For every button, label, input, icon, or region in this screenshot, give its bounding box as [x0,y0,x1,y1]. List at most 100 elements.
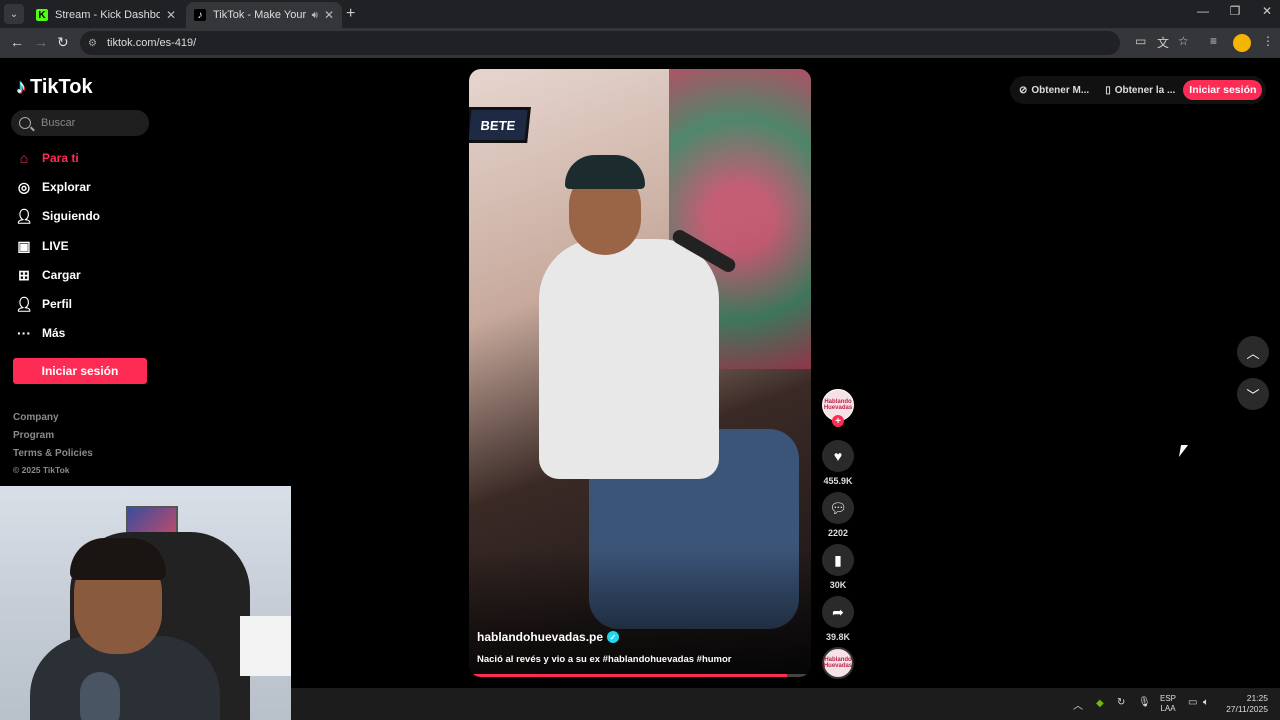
video-player[interactable]: BETE hablandohuevadas.pe ✓ Nació al revé… [469,69,811,677]
nvidia-icon[interactable]: ◆ [1096,698,1104,709]
footer-link-terms[interactable]: Terms & Policies [13,448,93,459]
streamer-hair [70,538,166,580]
follow-plus-icon[interactable]: + [832,415,844,427]
author-name: hablandohuevadas.pe [477,630,604,644]
video-person-torso [539,239,719,479]
sidebar-item-live[interactable]: ▣ LIVE [16,238,69,254]
tab-tiktok[interactable]: ♪ TikTok - Make Your Day 🔊︎ ✕ [186,2,342,28]
like-button[interactable]: ♥ [822,440,854,472]
profile-avatar[interactable] [1233,34,1251,52]
video-overlay-badge: BETE [469,107,531,143]
music-disc[interactable]: Hablando Huevadas [822,647,854,679]
search-icon [19,117,31,129]
volume-icon[interactable]: 🔈︎ [1203,697,1209,708]
language-indicator[interactable]: ESP LAA [1160,694,1176,714]
more-icon: ··· [17,325,31,341]
tiktok-note-icon: ♪ [16,76,26,98]
get-app-label: Obtener la ... [1114,84,1176,96]
sidebar-item-label: Cargar [42,268,81,282]
sidebar-item-siguiendo[interactable]: 👤︎ Siguiendo [15,207,100,224]
microphone-icon[interactable]: 🎙︎ [1138,697,1151,708]
share-count: 39.8K [825,632,851,642]
bookmark-icon: ▮ [834,551,842,568]
sidebar-item-label: Perfil [42,297,73,311]
menu-icon[interactable]: ⋮ [1262,34,1274,48]
share-button[interactable]: ➦ [822,596,854,628]
sync-icon[interactable]: ↻ [1117,697,1125,708]
chevron-down-icon: ﹀ [1246,387,1260,403]
sidebar-item-label: Para ti [42,151,79,165]
get-app-button[interactable]: ▯ Obtener la ... [1105,85,1175,96]
copyright: © 2025 TikTok [13,465,70,475]
cast-icon[interactable]: ▭ [1135,34,1146,48]
microphone [80,672,120,720]
login-button[interactable]: Iniciar sesión [13,358,147,384]
reading-list-icon[interactable]: ≡ [1210,34,1217,48]
address-bar[interactable]: ⚙ tiktok.com/es-419/ [80,31,1120,55]
sidebar-item-mas[interactable]: ··· Más [16,325,65,341]
lang-line-1: ESP [1160,694,1177,703]
tiktok-logo[interactable]: ♪ TikTok [16,76,93,99]
tab-search-button[interactable]: ⌄ [4,4,24,24]
close-icon[interactable]: ✕ [324,8,334,22]
back-button[interactable]: ← [10,34,24,50]
site-info-icon[interactable]: ⚙ [88,38,97,49]
sidebar-item-para-ti[interactable]: ⌂ Para ti [16,150,79,166]
tray-chevron-up-icon[interactable]: ︿ [1073,697,1083,712]
top-right-actions: ⊘ Obtener M... ▯ Obtener la ... Iniciar … [1010,76,1266,104]
like-count: 455.9K [823,476,853,486]
translate-icon[interactable]: 文 [1157,34,1169,51]
sidebar-item-label: Siguiendo [42,209,100,223]
video-progress-bar[interactable] [473,674,807,677]
get-coins-label: Obtener M... [1031,84,1090,96]
new-tab-button[interactable]: + [346,5,355,23]
network-icon[interactable]: ▭ [1188,697,1197,708]
profile-icon: 👤︎ [15,295,33,312]
save-button[interactable]: ▮ [822,544,854,576]
video-author[interactable]: hablandohuevadas.pe ✓ [477,630,620,644]
coin-icon: ⊘ [1019,84,1028,96]
footer-link-program[interactable]: Program [13,430,54,441]
minimize-button[interactable]: — [1196,4,1210,18]
tab-title: TikTok - Make Your Day [213,9,308,21]
windows-taskbar [291,688,1280,720]
bookmark-star-icon[interactable]: ☆ [1178,34,1189,48]
previous-video-button[interactable]: ︿ [1237,336,1269,368]
maximize-button[interactable]: ❐ [1228,4,1242,18]
sidebar-item-cargar[interactable]: ⊞ Cargar [16,267,81,283]
next-video-button[interactable]: ﹀ [1237,378,1269,410]
clock-date: 27/11/2025 [1226,704,1268,714]
lang-line-2: LAA [1160,704,1176,713]
reload-button[interactable]: ↻ [57,34,69,51]
chevron-up-icon: ︿ [1246,345,1260,361]
tiktok-icon: ♪ [194,9,206,21]
comment-button[interactable]: 💬︎ [822,492,854,524]
compass-icon: ◎ [17,178,31,195]
search-box[interactable] [11,110,149,136]
footer-link-company[interactable]: Company [13,412,59,423]
sidebar-item-label: Más [42,326,66,340]
search-input[interactable] [41,117,141,129]
sidebar-item-label: LIVE [42,239,69,253]
clock-time: 21:25 [1246,693,1268,703]
webcam-overlay [0,486,291,720]
speaker-icon[interactable]: 🔊︎ [312,10,318,21]
following-icon: 👤︎ [15,207,33,224]
video-caption[interactable]: Nació al revés y vio a su ex #hablandohu… [477,654,807,665]
tab-kick[interactable]: K Stream - Kick Dashboard ✕ [28,2,184,28]
close-window-button[interactable]: ✕ [1260,4,1274,18]
get-coins-button[interactable]: ⊘ Obtener M... [1019,85,1089,96]
header-login-button[interactable]: Iniciar sesión [1183,80,1263,100]
tab-title: Stream - Kick Dashboard [55,9,160,21]
sidebar-item-explorar[interactable]: ◎ Explorar [16,179,91,195]
video-progress-fill [473,674,787,677]
forward-button[interactable]: → [34,34,48,50]
comment-count: 2202 [827,528,849,538]
sidebar-item-label: Explorar [42,180,91,194]
sidebar-item-perfil[interactable]: 👤︎ Perfil [15,295,73,312]
kick-icon: K [36,9,48,21]
taskbar-clock[interactable]: 21:25 27/11/2025 [1224,693,1268,715]
logo-text: TikTok [30,76,93,98]
close-icon[interactable]: ✕ [166,8,176,22]
url-text: tiktok.com/es-419/ [106,37,197,49]
